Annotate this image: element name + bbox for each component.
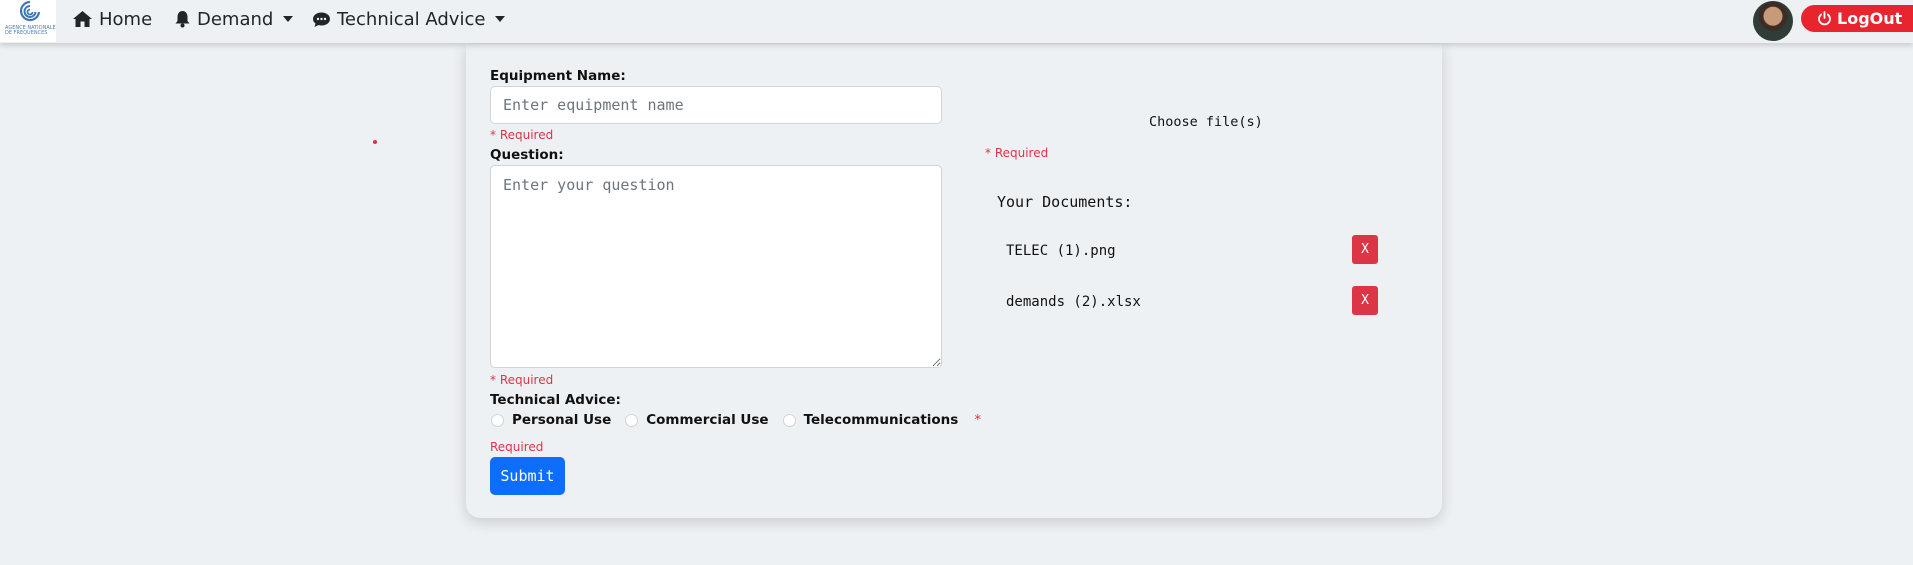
- advice-radio-group: Personal Use Commercial Use Telecommunic…: [491, 412, 981, 428]
- home-icon: [73, 11, 92, 27]
- logout-button[interactable]: LogOut: [1801, 5, 1913, 32]
- logo-text: AGENCE NATIONALE DE FREQUENCES: [5, 25, 56, 36]
- top-navbar: AGENCE NATIONALE DE FREQUENCES Home Dema…: [0, 0, 1913, 43]
- user-avatar[interactable]: [1753, 1, 1793, 41]
- choose-files-button[interactable]: Choose file(s): [1149, 114, 1263, 130]
- equipment-name-label: Equipment Name:: [490, 68, 626, 84]
- bell-icon: [175, 11, 190, 28]
- delete-document-button[interactable]: X: [1352, 235, 1378, 264]
- radio-personal-use-label: Personal Use: [512, 412, 612, 428]
- documents-title: Your Documents:: [997, 193, 1133, 211]
- document-name: demands (2).xlsx: [1006, 294, 1141, 310]
- question-required-hint: * Required: [490, 373, 554, 387]
- nav-technical-advice[interactable]: Technical Advice: [312, 8, 506, 30]
- radio-telecommunications-label: Telecommunications: [803, 412, 959, 428]
- question-label: Question:: [490, 147, 564, 163]
- files-required-hint: * Required: [985, 146, 1049, 160]
- radio-commercial-use[interactable]: [625, 413, 639, 427]
- agency-logo[interactable]: AGENCE NATIONALE DE FREQUENCES: [0, 0, 56, 42]
- nav-demand-label: Demand: [197, 8, 274, 30]
- submit-button[interactable]: Submit: [490, 457, 565, 495]
- stray-red-dot: [373, 140, 377, 144]
- chevron-down-icon: [283, 16, 294, 22]
- advice-required-star: *: [974, 412, 982, 428]
- equipment-name-input[interactable]: [490, 86, 942, 124]
- radio-telecommunications[interactable]: [782, 413, 796, 427]
- radio-commercial-use-label: Commercial Use: [646, 412, 769, 428]
- delete-document-button[interactable]: X: [1352, 286, 1378, 315]
- document-name: TELEC (1).png: [1006, 243, 1116, 259]
- technical-advice-label: Technical Advice:: [490, 392, 621, 408]
- nav-home[interactable]: Home: [72, 8, 152, 30]
- chevron-down-icon: [495, 16, 506, 22]
- logo-waves-icon: [19, 0, 41, 22]
- advice-required-hint: Required: [490, 440, 544, 454]
- question-textarea[interactable]: [490, 165, 942, 368]
- nav-technical-advice-label: Technical Advice: [337, 8, 486, 30]
- nav-demand[interactable]: Demand: [174, 8, 294, 30]
- nav-home-label: Home: [99, 8, 153, 30]
- logout-label: LogOut: [1837, 9, 1903, 28]
- chat-icon: [313, 12, 330, 27]
- radio-personal-use[interactable]: [491, 413, 504, 427]
- equipment-required-hint: * Required: [490, 128, 554, 142]
- power-icon: [1818, 11, 1831, 26]
